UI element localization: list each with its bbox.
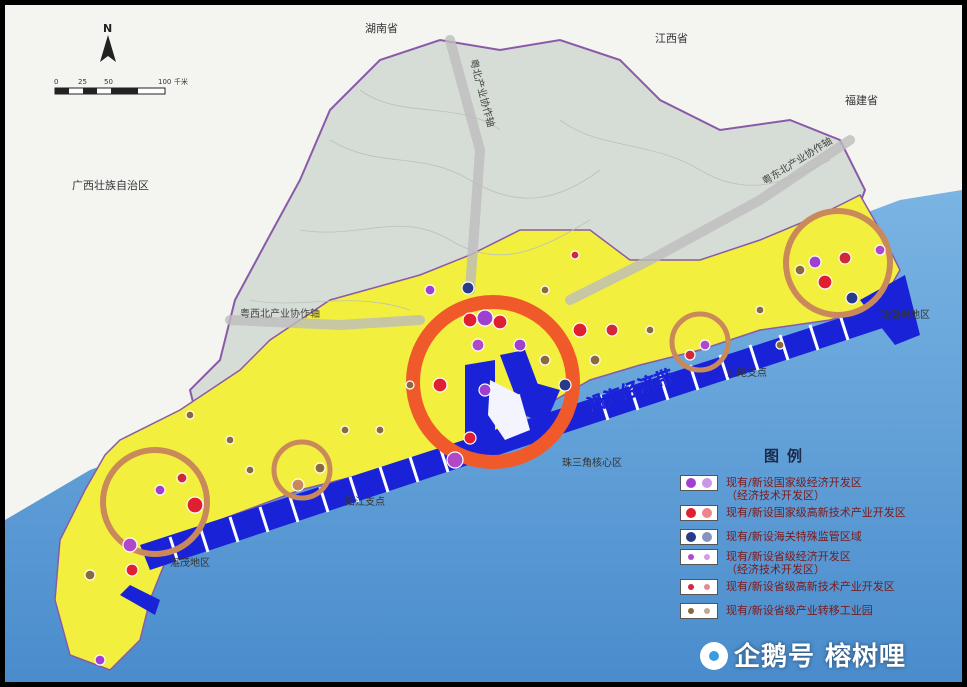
zone-marker (572, 322, 588, 338)
zone-marker (845, 291, 859, 305)
zone-marker (755, 305, 765, 315)
zone-marker (539, 354, 551, 366)
legend-title: 图例 (764, 447, 811, 465)
legend-swatch (680, 475, 718, 491)
zone-marker (314, 462, 326, 474)
zone-marker (424, 284, 436, 296)
scale-unit: 千米 (174, 77, 188, 86)
zone-marker (471, 338, 485, 352)
scale-tick-25: 25 (78, 78, 87, 86)
zone-marker (462, 312, 478, 328)
zone-marker (225, 435, 235, 445)
legend-swatch (680, 579, 718, 595)
zone-marker (570, 250, 580, 260)
region-label-guangxi: 广西壮族自治区 (72, 178, 149, 192)
zone-marker (84, 569, 96, 581)
zone-marker (375, 425, 385, 435)
zone-marker (405, 380, 415, 390)
scale-tick-0: 0 (54, 78, 58, 86)
zone-marker (645, 325, 655, 335)
map-frame: 粤北产业协作轴 粤东北产业协作轴 粤西北产业协作轴 湖南省 江西省 福建省 广西… (0, 0, 967, 687)
axis-label-northwest: 粤西北产业协作轴 (240, 307, 320, 320)
zone-marker (558, 378, 572, 392)
zone-marker (684, 349, 696, 361)
zone-marker (125, 563, 139, 577)
zone-label-yangjiang: 阳江支点 (345, 496, 385, 508)
legend-swatch (680, 505, 718, 521)
zone-marker (605, 323, 619, 337)
zone-label-chaoshan: 汕潮揭地区 (880, 308, 930, 321)
zone-marker (340, 425, 350, 435)
region-label-hunan: 湖南省 (365, 22, 398, 35)
zone-marker (699, 339, 711, 351)
legend: 图例 现有/新设国家级经济开发区 （经济技术开发区） 现有/新设国家级高新技术产业… (668, 445, 938, 635)
zone-marker (463, 431, 477, 445)
zone-marker (186, 496, 204, 514)
zone-marker (122, 537, 138, 553)
zone-label-prd: 珠三角核心区 (562, 456, 622, 469)
zone-marker (492, 314, 508, 330)
zone-marker (589, 354, 601, 366)
region-label-jiangxi: 江西省 (655, 32, 688, 45)
zone-marker (245, 465, 255, 475)
penguin-logo-icon (700, 642, 728, 670)
zone-marker (478, 383, 492, 397)
zone-marker (513, 338, 527, 352)
zone-marker (176, 472, 188, 484)
zone-marker (817, 274, 833, 290)
legend-swatch (680, 603, 718, 619)
zone-marker (476, 309, 494, 327)
zone-marker (794, 264, 806, 276)
scale-tick-100: 100 (158, 78, 171, 86)
zone-marker (185, 410, 195, 420)
zone-label-zhanmao: 湛茂地区 (170, 556, 210, 569)
zone-marker (291, 478, 305, 492)
zone-marker (446, 451, 464, 469)
north-label: N (103, 22, 112, 35)
zone-marker (838, 251, 852, 265)
zone-marker (154, 484, 166, 496)
zone-marker (94, 654, 106, 666)
legend-swatch (680, 549, 718, 565)
zone-marker (808, 255, 822, 269)
watermark: 企鹅号 榕树哩 (700, 636, 906, 673)
zone-marker (461, 281, 475, 295)
zone-label-shanwei: 汕尾支点 (727, 367, 767, 379)
zone-marker (540, 285, 550, 295)
zone-marker (874, 244, 886, 256)
scale-tick-50: 50 (104, 78, 113, 86)
zone-marker (432, 377, 448, 393)
region-label-fujian: 福建省 (845, 93, 878, 107)
zone-marker (775, 340, 785, 350)
legend-swatch (680, 529, 718, 545)
